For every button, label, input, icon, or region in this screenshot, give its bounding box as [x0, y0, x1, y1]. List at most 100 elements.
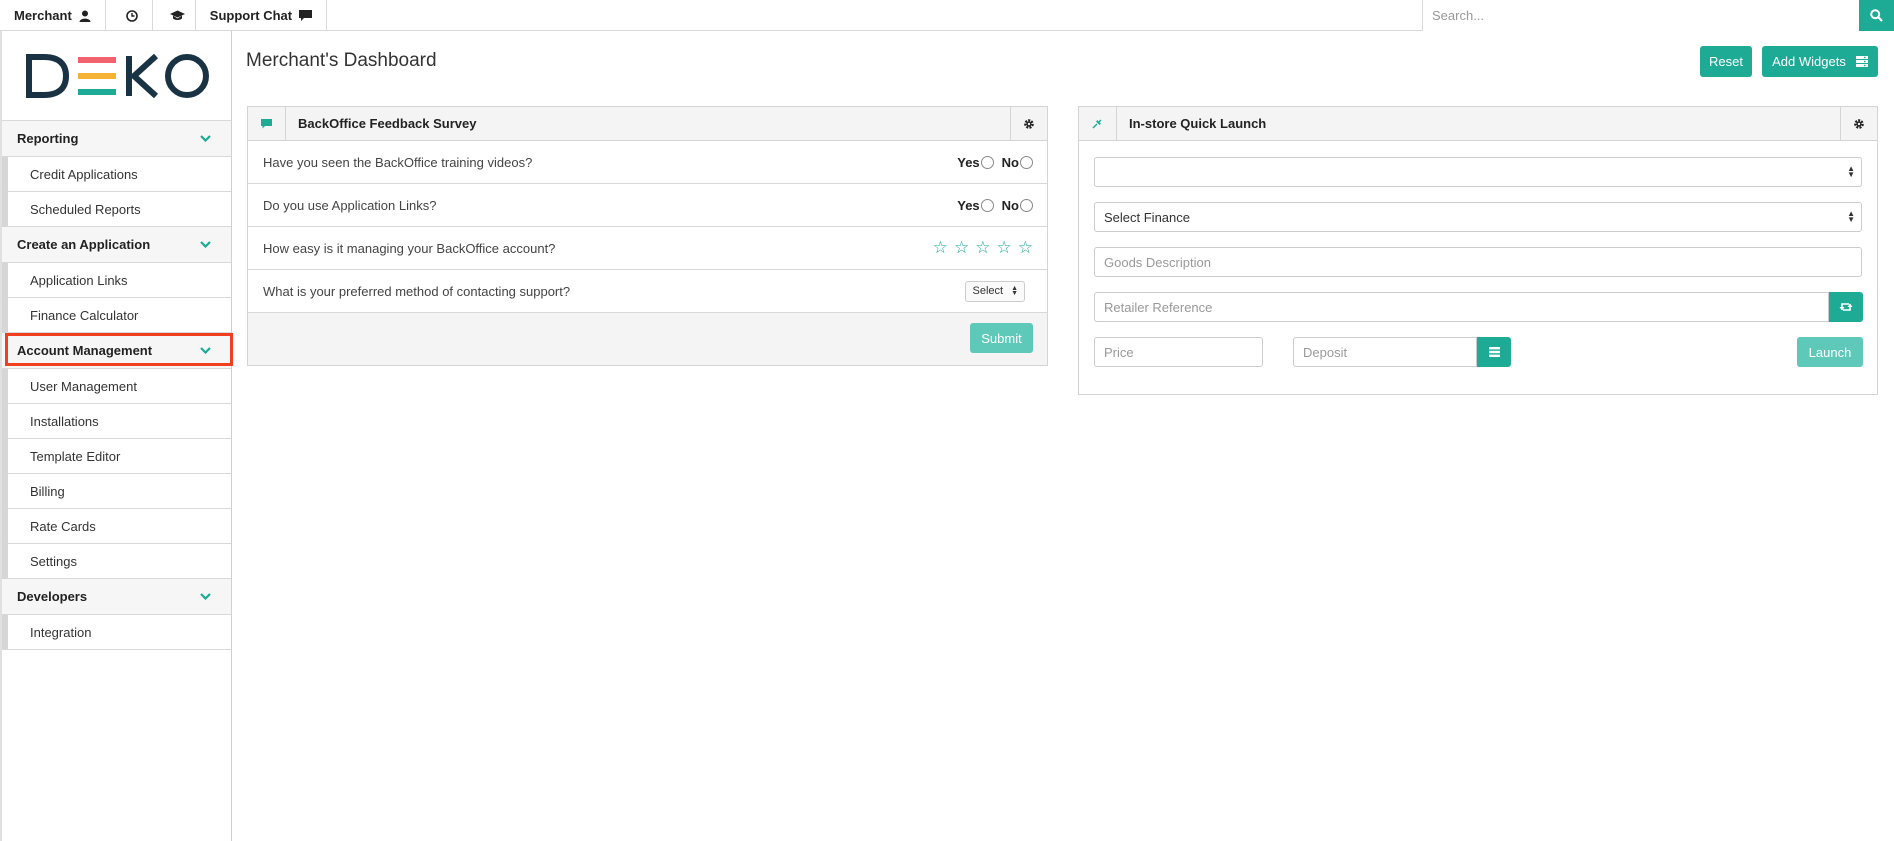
panel-settings-button[interactable] [1010, 106, 1047, 141]
chat-icon [299, 9, 313, 21]
nav-label: Installations [30, 413, 99, 429]
merchant-menu[interactable]: Merchant [0, 0, 106, 31]
section-label: Reporting [17, 131, 79, 146]
submit-label: Submit [981, 330, 1022, 346]
retailer-select[interactable]: ▲ ▼ [1094, 157, 1862, 187]
section-reporting[interactable]: Reporting [2, 121, 231, 157]
widgets-icon [1855, 56, 1868, 67]
pin-icon [1092, 119, 1102, 129]
no-radio[interactable] [1020, 155, 1033, 169]
placeholder-text: Deposit [1303, 344, 1348, 360]
star-rating: ☆ ☆ ☆ ☆ ☆ [933, 238, 1033, 258]
nav-billing[interactable]: Billing [2, 474, 231, 509]
updown-icon: ▲ ▼ [1847, 209, 1855, 224]
nav-installations[interactable]: Installations [2, 404, 231, 439]
panel-footer: Submit [248, 313, 1047, 365]
nav-credit-applications[interactable]: Credit Applications [2, 157, 231, 192]
generate-reference-button[interactable] [1829, 292, 1863, 322]
support-chat-label: Support Chat [209, 8, 293, 23]
updown-icon: ▲ ▼ [1011, 285, 1018, 297]
select-value: Select [972, 285, 1004, 297]
yes-radio[interactable] [980, 198, 994, 212]
nav-label: Billing [30, 483, 65, 499]
nav-user-management[interactable]: User Management [2, 369, 231, 404]
gear-icon [1854, 118, 1864, 129]
search-input[interactable] [1422, 0, 1859, 31]
page-title: Merchant's Dashboard [246, 50, 437, 71]
finance-select[interactable]: Select Finance ▲ ▼ [1094, 202, 1862, 232]
section-account-management[interactable]: Account Management [2, 333, 231, 369]
retailer-reference-input[interactable]: Retailer Reference [1094, 292, 1829, 322]
support-chat-button[interactable]: Support Chat [196, 0, 328, 31]
nav-integration[interactable]: Integration [2, 615, 231, 650]
deko-logo[interactable] [2, 31, 231, 121]
nav-scheduled-reports[interactable]: Scheduled Reports [2, 192, 231, 227]
select-value: Select Finance [1104, 209, 1190, 225]
no-radio[interactable] [1020, 198, 1033, 212]
add-widgets-label: Add Widgets [1772, 54, 1846, 69]
nav-rate-cards[interactable]: Rate Cards [2, 509, 231, 544]
survey-question-row: Do you use Application Links? Yes No [248, 184, 1047, 227]
panel-title: In-store Quick Launch [1129, 116, 1267, 131]
goods-description-input[interactable]: Goods Description [1094, 247, 1862, 277]
yes-radio[interactable] [980, 155, 994, 169]
nav-settings[interactable]: Settings [2, 544, 231, 579]
search-button[interactable] [1859, 0, 1894, 31]
nav-finance-calculator[interactable]: Finance Calculator [2, 298, 231, 333]
clock-icon [126, 9, 139, 22]
submit-button[interactable]: Submit [970, 323, 1033, 353]
yes-no-group: Yes No [957, 155, 1033, 170]
survey-question-row: Have you seen the BackOffice training vi… [248, 141, 1047, 184]
nav-label: Application Links [30, 272, 128, 288]
updown-icon: ▲ ▼ [1847, 164, 1855, 179]
no-label: No [1001, 197, 1019, 213]
nav-label: Rate Cards [30, 518, 96, 534]
panel-title: BackOffice Feedback Survey [298, 116, 477, 131]
placeholder-text: Price [1104, 344, 1134, 360]
section-label: Developers [17, 589, 88, 604]
nav-label: Integration [30, 624, 92, 640]
nav-application-links[interactable]: Application Links [2, 263, 231, 298]
sidebar: Reporting Credit Applications Scheduled … [0, 31, 233, 841]
list-icon [1488, 347, 1500, 357]
survey-question-row: What is your preferred method of contact… [248, 270, 1047, 313]
yes-no-group: Yes No [957, 198, 1033, 213]
training-button[interactable] [153, 0, 196, 31]
deposit-options-button[interactable] [1477, 337, 1511, 367]
gear-icon [1024, 118, 1034, 129]
merchant-label: Merchant [14, 8, 72, 23]
star-icon[interactable]: ☆ [1018, 238, 1033, 258]
nav-template-editor[interactable]: Template Editor [2, 439, 231, 474]
price-input[interactable]: Price [1094, 337, 1263, 367]
reset-button[interactable]: Reset [1700, 46, 1752, 77]
panel-settings-button[interactable] [1840, 106, 1877, 141]
panel-header: BackOffice Feedback Survey [248, 106, 1047, 141]
question-text: What is your preferred method of contact… [263, 283, 571, 299]
star-icon[interactable]: ☆ [933, 238, 948, 258]
placeholder-text: Goods Description [1104, 254, 1211, 270]
panel-icon [1079, 106, 1117, 141]
nav-label: Settings [30, 553, 77, 569]
graduation-cap-icon [169, 10, 185, 20]
retweet-icon [1839, 303, 1853, 311]
star-icon[interactable]: ☆ [975, 238, 990, 258]
survey-question-row: How easy is it managing your BackOffice … [248, 227, 1047, 270]
search-icon [1870, 9, 1883, 22]
star-icon[interactable]: ☆ [997, 238, 1012, 258]
deko-logo-image [26, 53, 209, 98]
chevron-down-icon [200, 347, 211, 354]
history-button[interactable] [106, 0, 153, 31]
chevron-down-icon [200, 593, 211, 600]
section-create-application[interactable]: Create an Application [2, 227, 231, 263]
add-widgets-button[interactable]: Add Widgets [1762, 46, 1878, 77]
nav-label: Credit Applications [30, 166, 138, 182]
panel-icon [248, 106, 286, 141]
nav-label: Scheduled Reports [30, 201, 141, 217]
contact-method-select[interactable]: Select ▲ ▼ [965, 280, 1025, 302]
star-icon[interactable]: ☆ [954, 238, 969, 258]
launch-button[interactable]: Launch [1797, 337, 1863, 367]
deposit-input[interactable]: Deposit [1293, 337, 1477, 367]
quick-launch-panel: In-store Quick Launch ▲ ▼ Select Finance … [1078, 106, 1878, 395]
question-text: How easy is it managing your BackOffice … [263, 240, 556, 256]
section-developers[interactable]: Developers [2, 579, 231, 615]
